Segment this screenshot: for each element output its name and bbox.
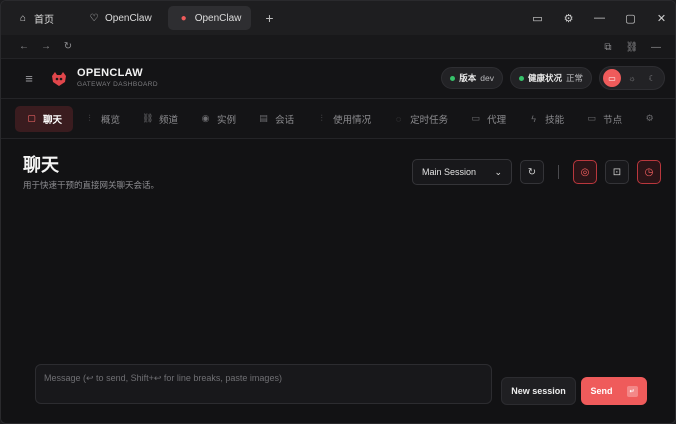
status-dot <box>518 75 524 81</box>
theme-dark-icon[interactable]: ☾ <box>643 69 661 87</box>
timer-icon: ◌ <box>395 113 402 124</box>
enter-key-icon: ↵ <box>626 385 638 397</box>
radio-icon: ◉ <box>201 113 210 123</box>
claw-icon: ♡ <box>89 12 99 24</box>
theme-system-icon[interactable]: ▭ <box>603 69 621 87</box>
tab-label: 使用情况 <box>333 114 372 126</box>
reload-button[interactable]: ↻ <box>57 36 79 58</box>
brand-title: OPENCLAW <box>77 67 143 80</box>
page-subtitle: 用于快速干预的直接网关聊天会话。 <box>23 180 160 190</box>
window-controls: ▭ ⚙ — ▢ ✕ <box>522 1 675 35</box>
bars-icon: ⫶ <box>88 113 91 123</box>
tab-agents[interactable]: ▭ 代理 <box>459 106 517 132</box>
open-external-icon[interactable]: ⧉ <box>597 36 619 58</box>
version-badge: 版本 dev <box>441 67 503 89</box>
history-clock-button[interactable]: ◷ <box>637 160 661 184</box>
tab-openclaw[interactable]: ♡ OpenClaw <box>78 6 162 30</box>
close-button[interactable]: ✕ <box>646 1 675 35</box>
tab-label: 实例 <box>217 114 237 126</box>
tab-overview[interactable]: ⫶ 概览 <box>73 106 131 132</box>
tab-label: 会话 <box>275 114 295 126</box>
tab-label: 概览 <box>101 114 121 126</box>
tab-nodes[interactable]: ▭ 节点 <box>575 106 633 132</box>
version-key: 版本 <box>459 73 477 83</box>
maximize-button[interactable]: ▢ <box>615 1 646 35</box>
message-placeholder: Message (↩ to send, Shift+↩ for line bre… <box>44 373 282 383</box>
link-icon: ⛓ <box>142 113 154 123</box>
divider <box>558 165 559 179</box>
app-header: ≡ OPENCLAW GATEWAY DASHBOARD 版本 dev 健康状况… <box>1 59 675 99</box>
tab-label: OpenClaw <box>194 12 242 24</box>
tab-sessions[interactable]: ▤ 会话 <box>247 106 305 132</box>
app-window: ⌂ 首页 ♡ OpenClaw ● OpenClaw + ▭ ⚙ — ▢ ✕ ←… <box>0 0 676 424</box>
theme-light-icon[interactable]: ☼ <box>623 69 641 87</box>
message-input[interactable]: Message (↩ to send, Shift+↩ for line bre… <box>35 364 492 404</box>
usage-icon: ⫶ <box>320 113 323 123</box>
tab-chat[interactable]: ▢ 聊天 <box>15 105 74 132</box>
tab-openclaw-active[interactable]: ● OpenClaw <box>167 6 252 30</box>
browser-tab-bar: ⌂ 首页 ♡ OpenClaw ● OpenClaw + ▭ ⚙ — ▢ ✕ <box>1 1 675 35</box>
forward-button[interactable]: → <box>35 36 57 58</box>
settings-icon[interactable]: ⚙ <box>553 1 584 35</box>
version-value: dev <box>480 73 494 83</box>
menu-icon[interactable]: ≡ <box>17 67 41 91</box>
thinking-toggle-button[interactable]: ◎ <box>573 160 597 184</box>
tab-instances[interactable]: ◉ 实例 <box>189 106 247 132</box>
gear-icon: ⚙ <box>645 113 654 123</box>
chat-toolbar: Main Session ⌄ ↻ ◎ ⊡ ◷ <box>412 159 661 185</box>
address-bar: ← → ↻ ⧉ ⛓ — <box>1 35 675 59</box>
openclaw-logo <box>47 67 71 91</box>
tab-usage[interactable]: ⫶ 使用情况 <box>305 106 382 132</box>
monitor-icon: ▭ <box>587 113 596 123</box>
tab-skills[interactable]: ϟ 技能 <box>517 106 575 132</box>
send-button[interactable]: Send ↵ <box>581 377 647 405</box>
status-dot <box>450 75 456 81</box>
refresh-button[interactable]: ↻ <box>520 160 544 184</box>
more-icon[interactable]: — <box>645 36 667 58</box>
home-icon: ⌂ <box>19 12 27 24</box>
health-badge: 健康状况 正常 <box>509 67 592 89</box>
file-icon: ▤ <box>259 113 268 123</box>
session-select[interactable]: Main Session ⌄ <box>412 159 512 185</box>
chat-page: 聊天 用于快速干预的直接网关聊天会话。 Main Session ⌄ ↻ ◎ ⊡… <box>1 139 675 423</box>
tab-home[interactable]: ⌂ 首页 <box>7 6 64 30</box>
tab-label: 代理 <box>487 114 507 126</box>
health-value: 正常 <box>565 73 583 83</box>
tab-label: 聊天 <box>43 114 63 126</box>
monitor-icon[interactable]: ▭ <box>522 1 553 35</box>
link-icon[interactable]: ⛓ <box>621 36 643 58</box>
tab-channels[interactable]: ⛓ 频道 <box>131 106 189 132</box>
focus-mode-button[interactable]: ⊡ <box>605 160 629 184</box>
page-title: 聊天 <box>23 155 59 175</box>
minimize-button[interactable]: — <box>584 1 615 35</box>
tab-label: OpenClaw <box>105 12 152 24</box>
theme-toggle: ▭ ☼ ☾ <box>599 66 665 90</box>
folder-icon: ▭ <box>471 113 480 123</box>
brand: OPENCLAW GATEWAY DASHBOARD <box>77 68 158 89</box>
chevron-down-icon: ⌄ <box>494 166 502 177</box>
chat-icon: ▢ <box>27 113 36 123</box>
section-nav: ▢ 聊天 ⫶ 概览 ⛓ 频道 ◉ 实例 ▤ 会话 ⫶ 使用情况 ◌ 定时任务 ▭ <box>1 99 675 139</box>
new-session-button[interactable]: New session <box>501 377 576 405</box>
brand-subtitle: GATEWAY DASHBOARD <box>77 81 158 89</box>
session-select-value: Main Session <box>422 167 477 177</box>
tab-settings[interactable]: ⚙ <box>633 106 666 132</box>
health-key: 健康状况 <box>527 73 562 83</box>
bolt-icon: ϟ <box>531 113 536 124</box>
tab-label: 节点 <box>603 114 623 126</box>
tab-label: 定时任务 <box>410 114 449 126</box>
new-tab-button[interactable]: + <box>259 10 279 26</box>
tab-label: 技能 <box>545 114 565 126</box>
claw-red-icon: ● <box>180 12 187 24</box>
back-button[interactable]: ← <box>13 36 35 58</box>
tab-label: 首页 <box>34 14 54 26</box>
send-label: Send <box>590 386 613 396</box>
tab-label: 频道 <box>159 114 179 126</box>
tab-cron[interactable]: ◌ 定时任务 <box>382 106 459 132</box>
